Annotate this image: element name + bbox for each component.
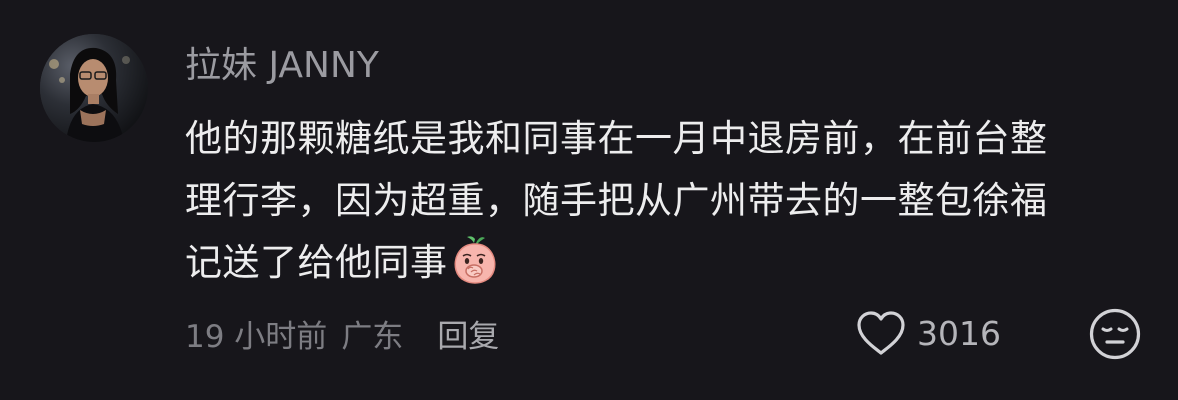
like-button[interactable]: 3016 [855, 305, 1001, 361]
comment-meta: 19 小时前 广东 回复 [185, 308, 499, 358]
meh-face-icon[interactable] [1088, 307, 1142, 361]
like-count: 3016 [917, 313, 1001, 353]
reply-button[interactable]: 回复 [437, 311, 499, 356]
comment-card: 拉妹 JANNY 他的那颗糖纸是我和同事在一月中退房前，在前台整 理行李，因为超… [0, 0, 1178, 400]
heart-outline-icon [857, 311, 905, 355]
author-name[interactable]: 拉妹 JANNY [185, 42, 379, 90]
comment-text-tail: 记送了给他同事 [185, 241, 448, 284]
avatar-photo [40, 34, 148, 142]
comment-time: 19 小时前 [185, 318, 328, 355]
peach-cover-mouth-emoji [454, 236, 495, 284]
avatar[interactable] [40, 34, 148, 142]
comment-text: 他的那颗糖纸是我和同事在一月中退房前，在前台整 理行李，因为超重，随手把从广州带… [185, 108, 1150, 294]
comment-text-line: 记送了给他同事 [185, 232, 1150, 294]
comment-text-line: 他的那颗糖纸是我和同事在一月中退房前，在前台整 [185, 117, 1048, 160]
comment-text-line: 理行李，因为超重，随手把从广州带去的一整包徐福 [185, 179, 1048, 222]
comment-location: 广东 [341, 318, 404, 355]
